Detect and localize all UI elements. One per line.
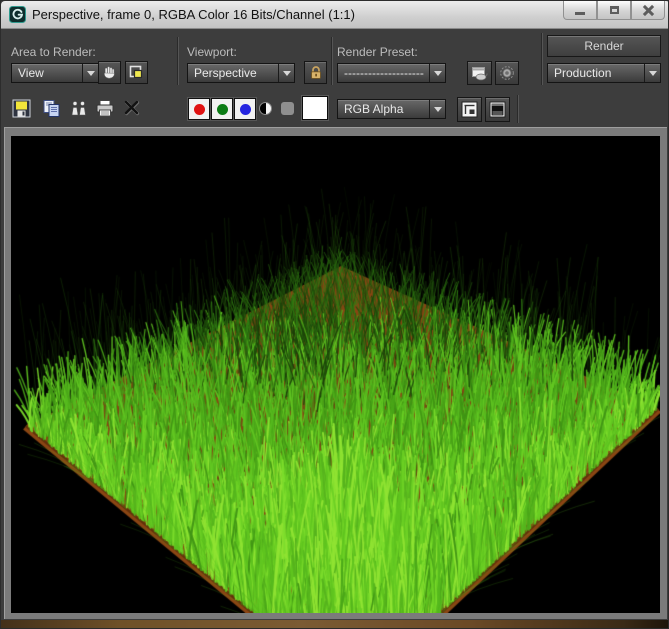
clone-window-icon (71, 100, 86, 115)
red-channel-button[interactable] (188, 98, 210, 120)
app-icon (9, 6, 26, 23)
toggle-ui-icon (489, 101, 506, 118)
blue-channel-icon (239, 103, 251, 115)
separator (517, 95, 518, 123)
copy-image-icon (43, 99, 60, 117)
render-preset-select[interactable]: -------------------- (337, 63, 446, 83)
window-controls (563, 1, 665, 20)
clear-icon (124, 100, 140, 116)
chevron-down-icon (278, 64, 294, 82)
chevron-down-icon (429, 64, 445, 82)
area-to-render-value: View (18, 66, 44, 80)
titlebar[interactable]: Perspective, frame 0, RGBA Color 16 Bits… (1, 1, 668, 29)
maximize-button[interactable] (597, 1, 631, 20)
viewport-select[interactable]: Perspective (187, 63, 295, 83)
canvas-frame (4, 127, 667, 619)
render-preset-value: -------------------- (344, 66, 424, 80)
lock-viewport-button[interactable] (304, 61, 327, 84)
background-color-swatch[interactable] (302, 96, 328, 120)
viewport-lock-icon (310, 66, 321, 79)
clear-button[interactable] (121, 97, 143, 119)
save-image-button[interactable] (10, 97, 32, 119)
edit-region-button[interactable] (98, 61, 121, 84)
toggle-ui-button[interactable] (485, 97, 510, 122)
desktop-background (1, 620, 668, 628)
viewport-value: Perspective (194, 66, 257, 80)
rendered-image[interactable] (11, 136, 660, 613)
separator (331, 37, 332, 85)
rendered-frame-window: Perspective, frame 0, RGBA Color 16 Bits… (0, 0, 669, 629)
auto-region-button[interactable] (125, 61, 148, 84)
print-image-icon (96, 99, 114, 116)
render-mode-value: Production (554, 66, 612, 80)
render-preset-label: Render Preset: (337, 45, 418, 59)
copy-image-button[interactable] (40, 97, 64, 119)
red-channel-icon (193, 103, 205, 115)
channel-display-value: RGB Alpha (344, 102, 404, 116)
environment-effects-icon (500, 66, 514, 80)
toggle-overlays-icon (461, 101, 478, 118)
separator (177, 37, 178, 85)
environment-effects-button[interactable] (495, 61, 519, 85)
window-title: Perspective, frame 0, RGBA Color 16 Bits… (32, 7, 355, 22)
region-select-icon (129, 65, 143, 79)
minimize-button[interactable] (563, 1, 597, 20)
render-button-label: Render (584, 39, 624, 53)
render-mode-select[interactable]: Production (547, 63, 661, 83)
area-to-render-label: Area to Render: (11, 45, 96, 59)
green-channel-icon (216, 103, 228, 115)
render-button[interactable]: Render (547, 35, 661, 57)
print-image-button[interactable] (93, 97, 117, 119)
chevron-down-icon (644, 64, 660, 82)
pan-hand-icon (104, 66, 115, 79)
blue-channel-button[interactable] (234, 98, 256, 120)
close-button[interactable] (631, 1, 665, 20)
separator (541, 33, 542, 85)
viewport-label: Viewport: (187, 45, 237, 59)
minimize-icon (575, 11, 585, 15)
render-setup-icon (472, 66, 488, 80)
maximize-icon (609, 6, 619, 14)
green-channel-button[interactable] (211, 98, 233, 120)
chevron-down-icon (82, 64, 98, 82)
toggle-overlays-button[interactable] (457, 97, 482, 122)
chevron-down-icon (429, 100, 445, 118)
clone-window-button[interactable] (67, 97, 91, 119)
save-image-icon (12, 99, 30, 117)
monochrome-button[interactable] (259, 102, 272, 115)
close-icon (643, 5, 654, 16)
render-setup-button[interactable] (467, 61, 492, 85)
channel-display-select[interactable]: RGB Alpha (337, 99, 446, 119)
alpha-channel-button[interactable] (281, 102, 294, 115)
area-to-render-select[interactable]: View (11, 63, 99, 83)
